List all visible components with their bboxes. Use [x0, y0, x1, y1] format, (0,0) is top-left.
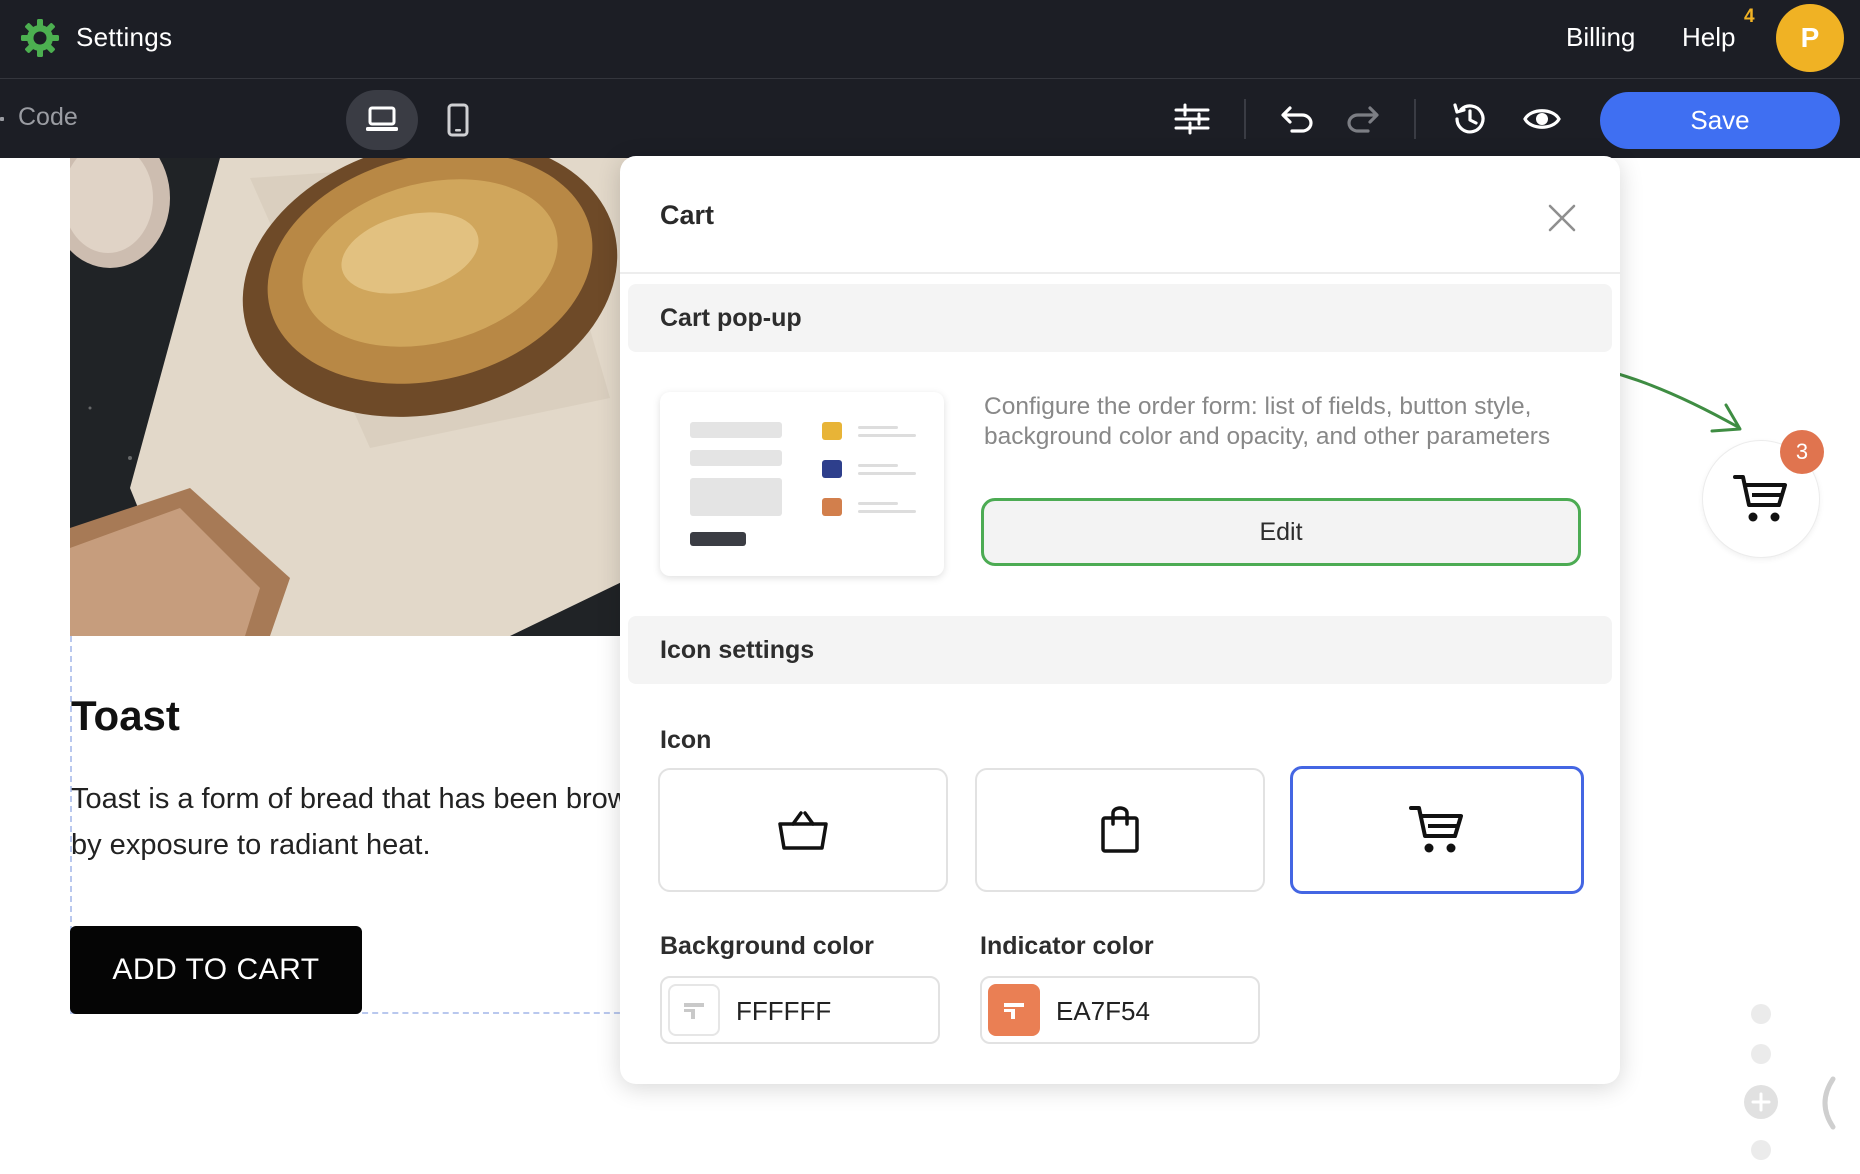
- background-color-swatch[interactable]: [668, 984, 720, 1036]
- mobile-icon: [447, 103, 469, 137]
- preview-button[interactable]: [1520, 97, 1564, 141]
- preview-line: [858, 502, 898, 505]
- product-image[interactable]: [70, 158, 630, 636]
- save-button[interactable]: Save: [1600, 92, 1840, 149]
- preview-field: [690, 422, 782, 438]
- background-color-value: FFFFFF: [736, 996, 832, 1026]
- history-icon: [1453, 103, 1485, 134]
- background-color-input[interactable]: FFFFFF: [660, 976, 940, 1044]
- adjust-settings-button[interactable]: [1170, 97, 1214, 141]
- background-color-label: Background color: [660, 932, 874, 960]
- indicator-color-input[interactable]: EA7F54: [980, 976, 1260, 1044]
- indicator-color-value: EA7F54: [1056, 996, 1150, 1026]
- billing-link[interactable]: Billing: [1566, 22, 1635, 53]
- add-section-button[interactable]: [1744, 1085, 1778, 1119]
- preview-line: [858, 434, 916, 437]
- section-nav-dot[interactable]: [1751, 1004, 1771, 1024]
- shopping-bag-icon: [1101, 806, 1139, 853]
- sliders-icon: [1174, 103, 1210, 135]
- preview-field: [690, 450, 782, 466]
- history-button[interactable]: [1448, 97, 1492, 141]
- desktop-view-button[interactable]: [346, 90, 418, 150]
- section-icon-settings-label: Icon settings: [660, 636, 815, 664]
- redo-button[interactable]: [1340, 97, 1384, 141]
- mobile-view-button[interactable]: [422, 90, 494, 150]
- shopping-cart-icon: [1733, 475, 1787, 522]
- icon-option-basket[interactable]: [658, 768, 948, 892]
- close-icon[interactable]: [1544, 200, 1580, 236]
- top-bar: Settings Billing Help 4 P: [0, 0, 1860, 79]
- color-picker-icon: [684, 1003, 704, 1019]
- plus-icon: [1751, 1092, 1771, 1112]
- gear-icon[interactable]: [20, 18, 60, 58]
- color-picker-icon: [1004, 1003, 1024, 1019]
- preview-line: [858, 426, 898, 429]
- section-nav-dot[interactable]: [1751, 1044, 1771, 1064]
- user-avatar[interactable]: P: [1776, 4, 1844, 72]
- settings-title: Settings: [76, 22, 173, 52]
- help-link[interactable]: Help: [1682, 22, 1735, 53]
- basket-icon: [778, 811, 828, 850]
- editor-toolbar: Code Save: [0, 79, 1860, 158]
- icon-option-bag[interactable]: [975, 768, 1265, 892]
- toolbar-divider: [1244, 99, 1246, 139]
- preview-swatch: [822, 422, 842, 440]
- preview-field: [690, 478, 782, 516]
- preview-swatch: [822, 460, 842, 478]
- chevron-left-icon[interactable]: [1815, 1075, 1839, 1131]
- indicator-color-swatch[interactable]: [988, 984, 1040, 1036]
- preview-button: [690, 532, 746, 546]
- eye-icon: [1523, 109, 1561, 129]
- section-cart-popup-label: Cart pop-up: [660, 304, 802, 332]
- undo-button[interactable]: [1276, 97, 1320, 141]
- order-form-preview: [660, 392, 944, 576]
- help-notification-badge: 4: [1744, 6, 1755, 27]
- laptop-icon: [366, 106, 398, 131]
- shopping-cart-icon: [1409, 806, 1463, 853]
- redo-icon: [1347, 106, 1379, 133]
- product-title: Toast: [71, 692, 180, 739]
- preview-line: [858, 510, 916, 513]
- preview-line: [858, 472, 916, 475]
- preview-line: [858, 464, 898, 467]
- section-icon-settings[interactable]: Icon settings: [628, 616, 1612, 684]
- icon-option-cart[interactable]: [1290, 766, 1584, 894]
- cart-count-badge: 3: [1780, 430, 1824, 474]
- toolbar-divider: [1414, 99, 1416, 139]
- code-tab[interactable]: Code: [0, 103, 78, 132]
- section-cart-popup[interactable]: Cart pop-up: [628, 284, 1612, 352]
- toast-photo: [70, 158, 630, 636]
- section-nav-dot[interactable]: [1751, 1140, 1771, 1160]
- indicator-color-label: Indicator color: [980, 932, 1154, 960]
- panel-title: Cart: [660, 200, 715, 230]
- cart-settings-panel: Cart Cart pop-up Configure the order for…: [620, 156, 1620, 1084]
- preview-swatch: [822, 498, 842, 516]
- popup-description: Configure the order form: list of fields…: [984, 393, 1551, 450]
- edit-order-form-button[interactable]: Edit: [981, 498, 1581, 566]
- panel-header: Cart: [620, 156, 1620, 274]
- icon-label: Icon: [660, 726, 712, 754]
- add-to-cart-button[interactable]: ADD TO CART: [70, 926, 362, 1014]
- product-description: Toast is a form of bread that has been b…: [71, 783, 678, 861]
- undo-icon: [1281, 106, 1313, 133]
